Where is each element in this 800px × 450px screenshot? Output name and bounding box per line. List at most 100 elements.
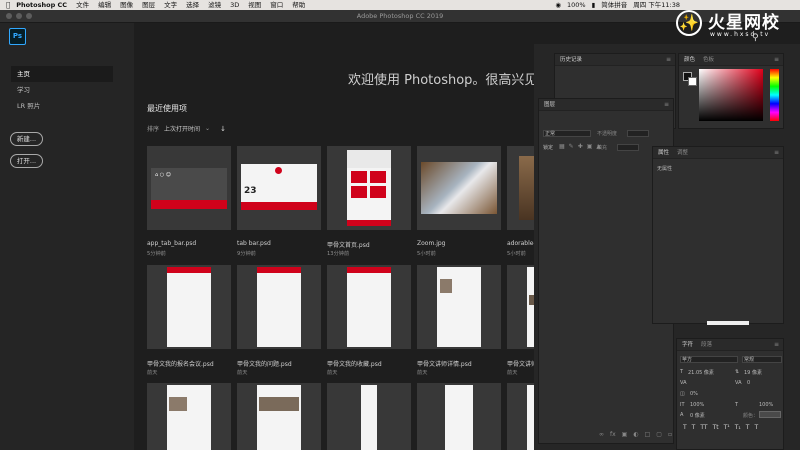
recent-file-name[interactable]: Zoom.jpg [417,240,446,247]
baseline-input[interactable]: 0 像素 [690,412,705,419]
recent-file-thumb[interactable] [147,265,231,349]
font-family-value: 苹方 [682,357,693,363]
vertical-scale-input[interactable]: 100% [690,402,704,408]
paragraph-tab[interactable]: 段落 [701,342,712,348]
superscript-icon[interactable]: T¹ [724,424,730,431]
nav-item-lr-photos[interactable]: LR 照片 [11,98,113,114]
recent-file-thumb[interactable] [147,383,231,450]
menu-layer[interactable]: 图层 [142,0,155,10]
recent-file-name[interactable]: 甲骨文首页.psd [327,240,370,249]
panel-menu-icon[interactable]: ≡ [774,339,779,351]
wifi-icon[interactable]: ◉ [555,0,561,10]
properties-tab[interactable]: 属性 [658,150,669,156]
blend-mode-select[interactable]: 正常 [545,130,555,137]
lock-move-icon[interactable]: ✚ [578,143,583,150]
faux-italic-icon[interactable]: T [692,424,696,431]
recent-file-name[interactable]: 甲骨文讲师详情.psd [417,359,472,368]
strikethrough-icon[interactable]: T [754,424,758,431]
recent-file-name[interactable]: 甲骨文我的报名会议.psd [147,359,214,368]
recent-file-thumb[interactable] [327,146,411,230]
menu-filter[interactable]: 滤镜 [208,0,221,10]
recent-file-thumb[interactable] [417,383,501,450]
color-picker-field[interactable] [699,69,763,121]
menu-image[interactable]: 图像 [120,0,133,10]
recent-file-name[interactable]: adorable-ar [507,240,534,247]
sort-select[interactable]: 上次打开时间 [164,124,200,133]
recent-file-thumb[interactable] [417,265,501,349]
menu-type[interactable]: 文字 [164,0,177,10]
delete-layer-icon[interactable]: ▫ [668,431,672,438]
clock-text[interactable]: 周四 下午11:38 [633,0,680,10]
menu-help[interactable]: 帮助 [292,0,305,10]
faux-bold-icon[interactable]: T [683,424,687,431]
lock-pixels-icon[interactable]: ▦ [559,143,565,150]
recent-file-thumb[interactable] [507,265,534,349]
recent-file-thumb[interactable]: 23 [237,146,321,230]
recent-file-name[interactable]: 甲骨文我的收藏.psd [327,359,382,368]
open-file-button[interactable]: 打开... [10,154,43,168]
background-color-swatch[interactable] [688,77,697,86]
panel-menu-icon[interactable]: ≡ [664,99,669,111]
sort-direction-arrow-icon[interactable]: ↓ [220,125,226,133]
horizontal-scale-input[interactable]: 100% [759,402,773,408]
subscript-icon[interactable]: T₁ [735,424,741,431]
panel-menu-icon[interactable]: ≡ [774,54,779,66]
nav-item-home[interactable]: 主页 [11,66,113,82]
search-icon[interactable]: ⚲ [752,33,759,43]
swatches-tab[interactable]: 色板 [703,57,714,63]
text-color-label: 颜色： [743,413,759,419]
tsume-input[interactable]: 0% [690,391,698,397]
chevron-down-icon[interactable]: ⌄ [205,125,210,132]
panel-menu-icon[interactable]: ≡ [774,147,779,159]
menu-edit[interactable]: 编辑 [98,0,111,10]
layers-tab[interactable]: 图层 [544,102,555,108]
group-icon[interactable]: □ [645,431,651,438]
fx-icon[interactable]: fx [610,431,616,438]
ime-text[interactable]: 简体拼音 [601,0,627,10]
menu-file[interactable]: 文件 [76,0,89,10]
all-caps-icon[interactable]: TT [700,424,707,431]
menu-3d[interactable]: 3D [230,0,239,10]
recent-file-thumb[interactable] [237,383,321,450]
menu-window[interactable]: 窗口 [270,0,283,10]
nav-item-learn[interactable]: 学习 [11,82,113,98]
opacity-input[interactable] [627,130,649,137]
color-tab[interactable]: 颜色 [684,57,695,63]
recent-file-thumb[interactable] [327,265,411,349]
recent-file-thumb[interactable] [237,265,321,349]
hue-slider[interactable] [770,69,779,121]
recent-file-name[interactable]: tab bar.psd [237,240,271,247]
recent-file-thumb[interactable]: ⌂ ○ ☺ [147,146,231,230]
mask-icon[interactable]: ▣ [622,431,628,438]
fill-input[interactable] [617,144,639,151]
recent-file-name[interactable]: 甲骨文我的问题.psd [237,359,292,368]
lock-brush-icon[interactable]: ✎ [569,143,574,150]
tracking-input[interactable]: 0 [747,380,750,386]
recent-file-thumb[interactable] [327,383,411,450]
recent-file-thumb[interactable] [417,146,501,230]
new-layer-icon[interactable]: ▢ [656,431,662,438]
recent-file-thumb[interactable] [507,146,534,230]
lock-artboard-icon[interactable]: ▣ [587,143,593,150]
leading-input[interactable]: 19 像素 [744,369,762,376]
adjustments-tab[interactable]: 调整 [677,150,688,156]
font-size-input[interactable]: 21.05 像素 [688,369,714,376]
new-file-button[interactable]: 新建... [10,132,43,146]
character-tab[interactable]: 字符 [682,342,693,348]
menu-select[interactable]: 选择 [186,0,199,10]
panel-resize-handle[interactable] [707,321,749,325]
panel-menu-icon[interactable]: ≡ [666,54,671,66]
menu-app[interactable]: Photoshop CC [16,0,67,10]
small-caps-icon[interactable]: Tt [713,424,719,431]
recent-file-name[interactable]: app_tab_bar.psd [147,240,196,247]
link-layers-icon[interactable]: ∞ [599,431,604,438]
menu-view[interactable]: 视图 [248,0,261,10]
adjustment-icon[interactable]: ◐ [633,431,638,438]
battery-icon[interactable]: ▮ [592,0,596,10]
recent-file-name[interactable]: 甲骨文讲师 [507,359,534,368]
text-color-swatch[interactable] [759,411,781,418]
apple-icon[interactable]:  [6,0,10,10]
underline-icon[interactable]: T [746,424,750,431]
recent-file-thumb[interactable] [507,383,534,450]
history-tab[interactable]: 历史记录 [560,57,582,63]
